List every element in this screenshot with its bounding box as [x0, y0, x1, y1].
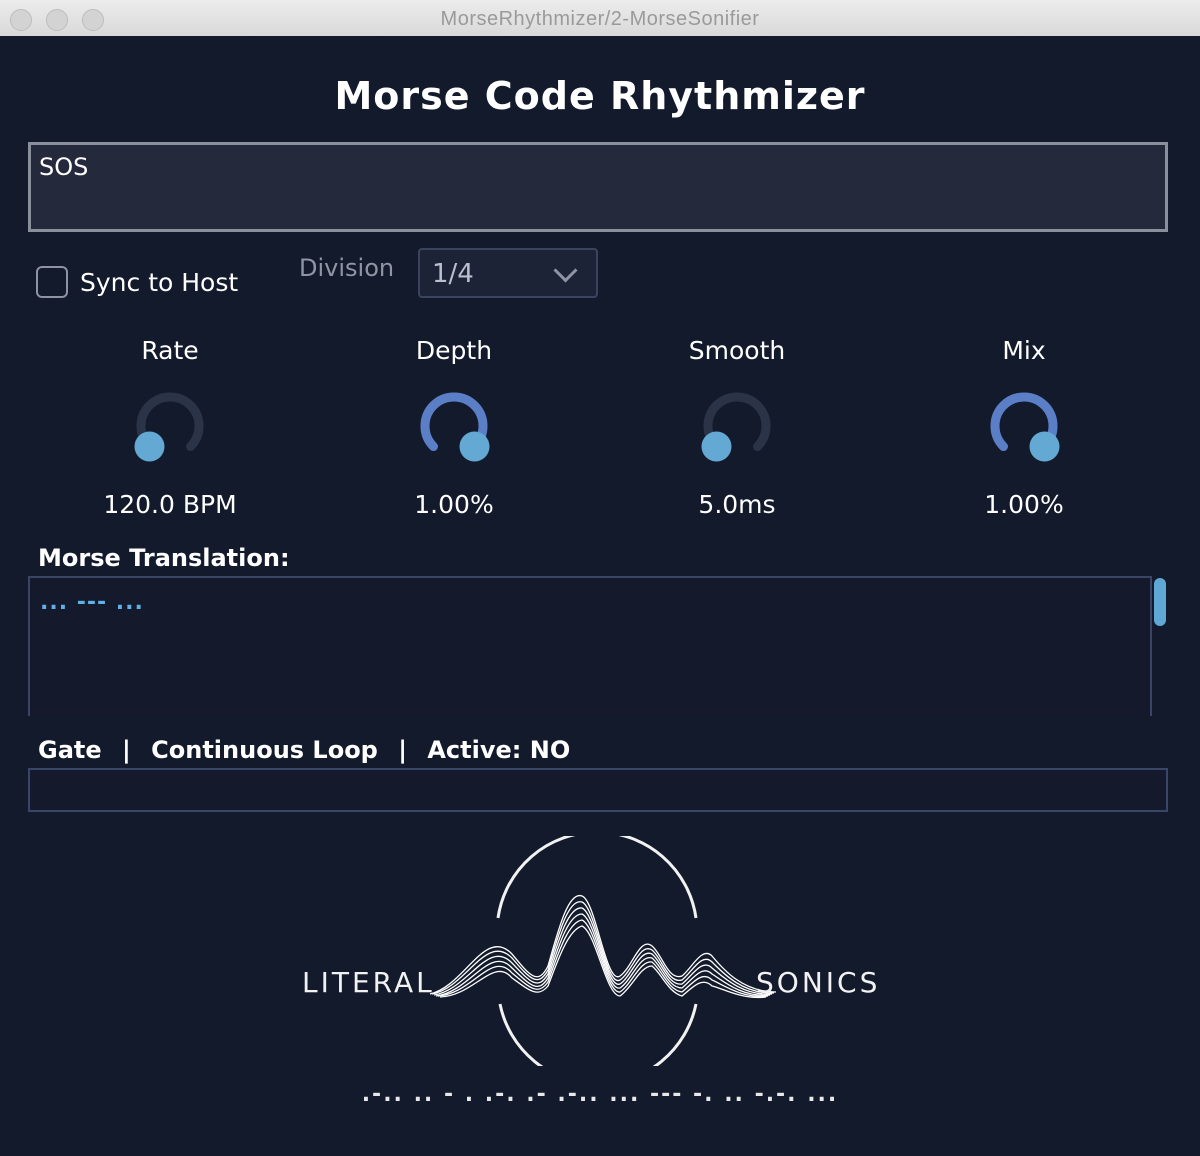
status-loop: Continuous Loop	[151, 736, 378, 764]
logo-morse-code: .-.. .. - . .-. .- .-.. ... --- -. .. -.…	[361, 1082, 839, 1107]
logo-right-word: SONICS	[756, 966, 880, 999]
knob-thumb	[459, 431, 490, 462]
depth-label: Depth	[415, 336, 493, 365]
smooth-label: Smooth	[688, 336, 786, 365]
depth-value: 1.00%	[414, 490, 494, 519]
mix-label: Mix	[1002, 336, 1046, 365]
rate-label: Rate	[141, 336, 199, 365]
knob-thumb	[701, 431, 732, 462]
status-line: Gate | Continuous Loop | Active: NO	[38, 736, 570, 764]
rate-knob[interactable]	[120, 386, 220, 476]
translation-scrollbar[interactable]	[1154, 578, 1166, 626]
mix-knob[interactable]	[974, 386, 1074, 476]
smooth-value: 5.0ms	[698, 490, 776, 519]
division-label: Division	[299, 254, 395, 282]
status-active: Active: NO	[427, 736, 571, 764]
translation-heading: Morse Translation:	[38, 544, 290, 572]
rate-value: 120.0 BPM	[103, 490, 237, 519]
status-separator: |	[122, 736, 131, 764]
status-separator: |	[398, 736, 407, 764]
gate-display	[28, 768, 1168, 812]
logo-circle-top	[496, 836, 698, 919]
division-select[interactable]: 1/4	[418, 248, 598, 298]
plugin-panel: Morse Code Rhythmizer SOS Sync to Host D…	[0, 36, 1200, 1156]
window-title: MorseRhythmizer/2-MorseSonifier	[440, 8, 760, 30]
smooth-knob[interactable]	[687, 386, 787, 476]
morse-translation-box: ... --- ...	[28, 576, 1152, 716]
morse-translation-text: ... --- ...	[40, 590, 144, 615]
knob-thumb	[134, 431, 165, 462]
sync-to-host-label: Sync to Host	[80, 268, 239, 297]
page-title: Morse Code Rhythmizer	[334, 74, 866, 118]
waveform-icon	[429, 895, 777, 999]
literal-sonics-logo: LITERAL SONICS	[302, 836, 880, 1066]
window-titlebar: MorseRhythmizer/2-MorseSonifier	[0, 0, 1200, 37]
knob-thumb	[1029, 431, 1060, 462]
logo-left-word: LITERAL	[302, 966, 435, 999]
chevron-down-icon	[553, 258, 578, 283]
sync-to-host-checkbox[interactable]	[36, 266, 68, 298]
logo-circle-bottom	[498, 1003, 698, 1066]
depth-knob[interactable]	[404, 386, 504, 476]
division-value: 1/4	[432, 259, 474, 289]
status-mode: Gate	[38, 736, 102, 764]
mix-value: 1.00%	[984, 490, 1064, 519]
message-input[interactable]: SOS	[28, 142, 1168, 232]
